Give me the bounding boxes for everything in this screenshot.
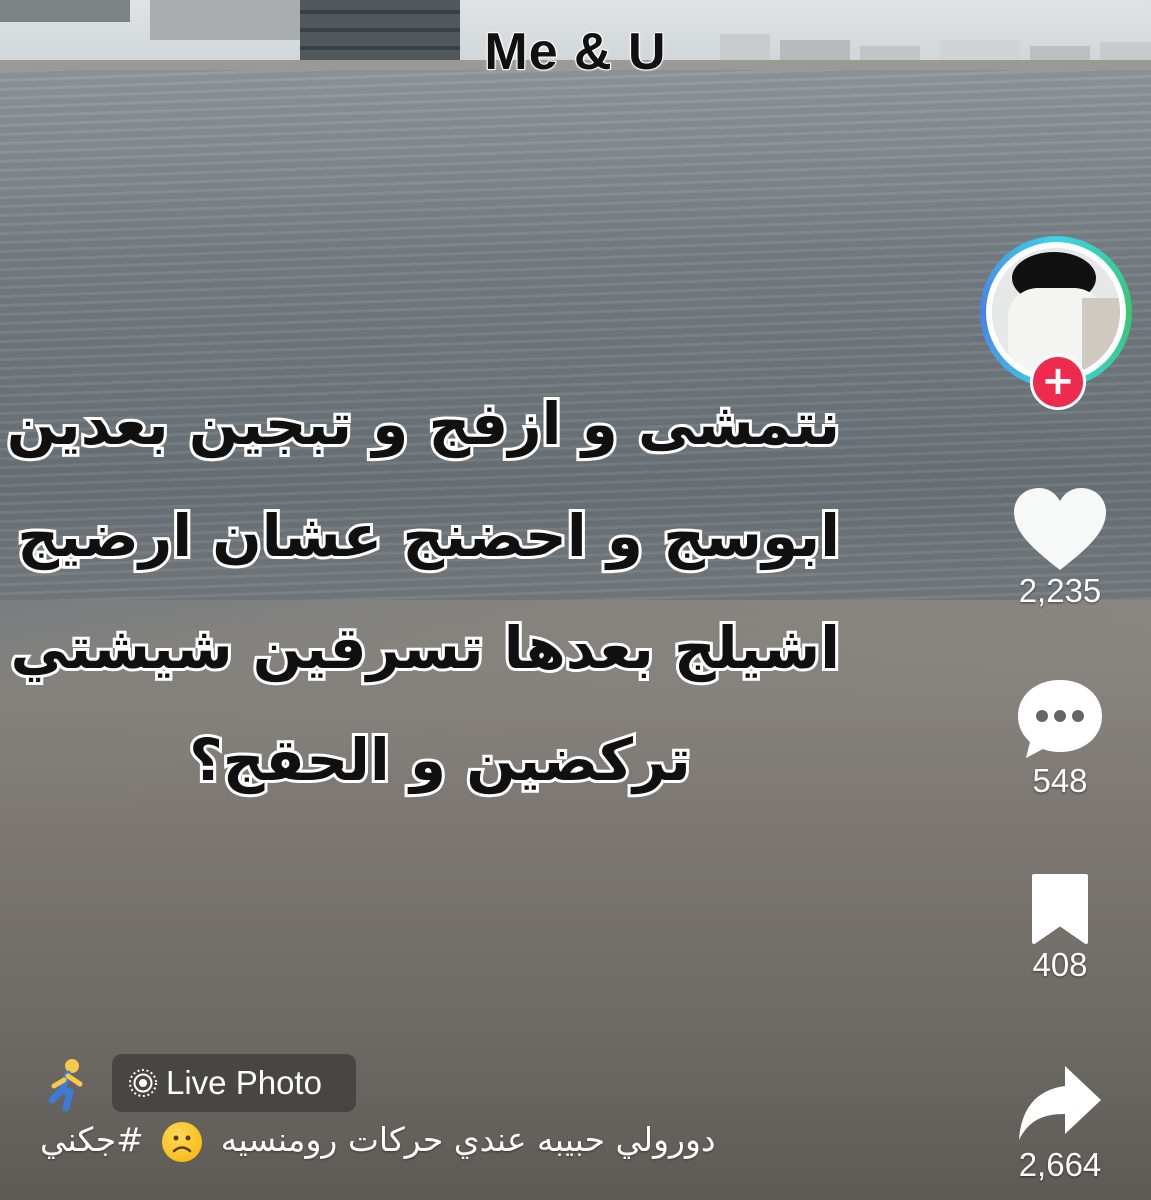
runner-emoji-icon [40, 1058, 96, 1114]
like-count: 2,235 [1018, 572, 1102, 609]
follow-button[interactable]: + [1030, 354, 1086, 410]
live-photo-chip[interactable]: Live Photo [112, 1054, 356, 1112]
creator-avatar[interactable]: + [980, 236, 1140, 410]
comment-count: 548 [1032, 762, 1088, 799]
share-button[interactable]: 2,664 [1000, 1062, 1120, 1184]
like-button[interactable]: 2,235 [1000, 486, 1120, 610]
share-count: 2,664 [1018, 1146, 1102, 1183]
caption-hashtag[interactable]: #جكني [40, 1120, 144, 1159]
video-overlay-text: نتمشى و ازفج و تبجين بعدين ابوسج و احضنج… [0, 368, 843, 816]
comment-bubble-icon [1018, 680, 1102, 758]
video-title-text: Me & U [483, 22, 667, 82]
overlay-line-1: نتمشى و ازفج و تبجين بعدين [4, 387, 843, 461]
video-caption[interactable]: دورولي حبيبه عندي حركات رومنسيه #جكني [40, 1120, 800, 1162]
live-photo-icon [129, 1069, 157, 1097]
overlay-line-3: اشيلج بعدها تسرقين شيشتي و [0, 611, 843, 685]
frowning-face-emoji-icon [162, 1121, 203, 1162]
overlay-line-4: تركضين و الحقج؟ [186, 723, 694, 797]
save-button[interactable]: 408 [1000, 872, 1120, 984]
overlay-line-2: ابوسج و احضنج عشان ارضيج و [0, 499, 843, 573]
share-arrow-icon [1019, 1066, 1101, 1140]
caption-text: دورولي حبيبه عندي حركات رومنسيه [220, 1120, 716, 1159]
bookmark-icon [1032, 874, 1088, 944]
save-count: 408 [1032, 946, 1088, 983]
comment-button[interactable]: 548 [1000, 676, 1120, 800]
heart-icon [1014, 488, 1106, 570]
live-photo-label: Live Photo [166, 1064, 322, 1101]
